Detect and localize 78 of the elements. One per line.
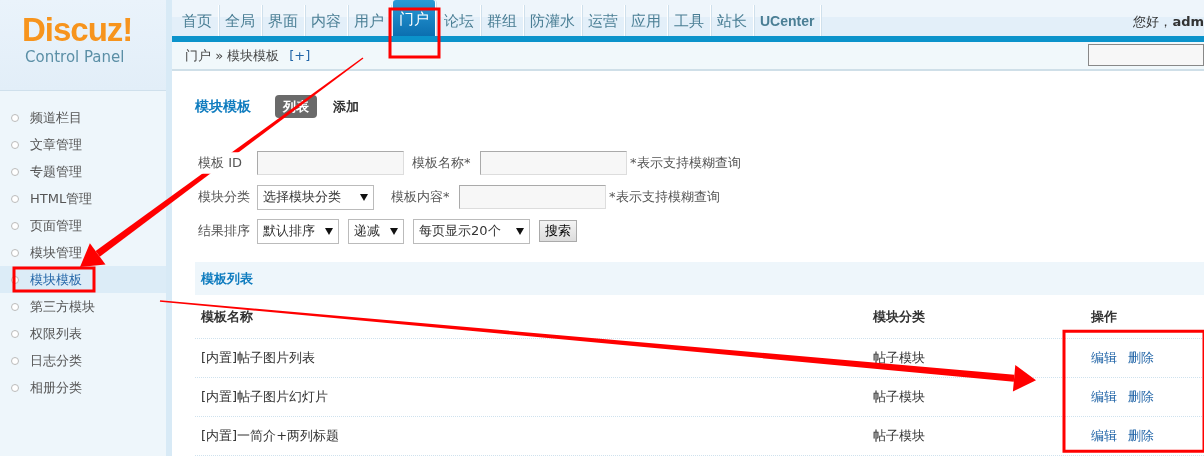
- nav-tab[interactable]: 论坛: [438, 5, 481, 36]
- input-field[interactable]: [257, 151, 404, 175]
- dropdown[interactable]: 默认排序: [257, 218, 339, 244]
- column-header: 操作: [1091, 307, 1117, 326]
- caret-icon: [325, 227, 333, 235]
- table-cell-text: 帖子模块: [873, 388, 926, 407]
- nav-tab[interactable]: 首页: [176, 5, 219, 36]
- highlight-frame: [388, 7, 441, 59]
- column-header: 模块分类: [873, 307, 926, 326]
- logo-subtitle: Control Panel: [24, 48, 126, 66]
- bullet-icon: [11, 194, 19, 203]
- page-title: 模块模板: [195, 96, 251, 116]
- table-cell-text: 帖子模块: [873, 427, 926, 446]
- bullet-icon: [11, 383, 19, 392]
- sidebar-item[interactable]: 权限列表: [0, 320, 166, 347]
- caret-icon: [360, 193, 368, 201]
- nav-tab[interactable]: 内容: [305, 5, 348, 36]
- sidebar-item[interactable]: 相册分类: [0, 374, 166, 401]
- add-link[interactable]: [+]: [289, 45, 311, 65]
- bullet-icon: [11, 302, 19, 311]
- nav-tab[interactable]: 用户: [348, 5, 391, 36]
- nav-tab[interactable]: 防灌水: [524, 5, 582, 36]
- nav-tab[interactable]: 应用: [625, 5, 668, 36]
- field-label: 模块分类: [198, 188, 249, 207]
- table-cell-text: [内置]一简介+两列标题: [201, 427, 341, 446]
- delete-link[interactable]: 删除: [1128, 428, 1154, 444]
- nav-tab[interactable]: 群组: [481, 5, 524, 36]
- sidebar-item[interactable]: 文章管理: [0, 131, 166, 158]
- edit-link[interactable]: 编辑: [1091, 428, 1117, 444]
- nav-tab[interactable]: UCenter: [754, 5, 822, 36]
- input-field[interactable]: [480, 151, 627, 175]
- bullet-icon: [11, 167, 19, 176]
- hint-text: *表示支持模糊查询: [609, 188, 720, 207]
- sidebar-item[interactable]: 专题管理: [0, 158, 166, 185]
- nav-tab[interactable]: 全局: [219, 5, 262, 36]
- bullet-icon: [11, 356, 19, 365]
- table-cell-text: 帖子模块: [873, 349, 926, 368]
- field-label: 模板 ID: [198, 154, 243, 173]
- nav-tab[interactable]: 运营: [582, 5, 625, 36]
- dropdown[interactable]: 每页显示20个: [413, 218, 530, 244]
- sidebar-item[interactable]: 第三方模块: [0, 293, 166, 320]
- dropdown[interactable]: 递减: [348, 218, 404, 244]
- search-field[interactable]: [1088, 44, 1204, 67]
- bullet-icon: [11, 329, 19, 338]
- edit-link[interactable]: 编辑: [1091, 389, 1117, 405]
- field-label: 模板内容*: [391, 188, 451, 207]
- breadcrumb-text: 门户 » 模块模板: [185, 46, 280, 65]
- nav-tab[interactable]: 工具: [668, 5, 711, 36]
- table-cell-text: [内置]帖子图片幻灯片: [201, 388, 330, 407]
- bullet-icon: [11, 248, 19, 257]
- nav-tab[interactable]: 界面: [262, 5, 305, 36]
- delete-link[interactable]: 删除: [1128, 350, 1154, 366]
- delete-link[interactable]: 删除: [1128, 389, 1154, 405]
- bullet-icon: [11, 140, 19, 149]
- sidebar-item[interactable]: HTML管理: [0, 185, 166, 212]
- caret-icon: [390, 227, 398, 235]
- caret-icon: [516, 227, 524, 235]
- sidebar-item[interactable]: 页面管理: [0, 212, 166, 239]
- column-header: 模板名称: [201, 307, 254, 326]
- sidebar-item[interactable]: 模块管理: [0, 239, 166, 266]
- field-label: 模板名称*: [412, 154, 472, 173]
- greeting-text: 您好，adm: [1133, 13, 1204, 31]
- bullet-icon: [11, 221, 19, 230]
- table-cell-text: [内置]帖子图片列表: [201, 349, 317, 368]
- section-title: 模板列表: [195, 262, 1204, 295]
- hint-text: *表示支持模糊查询: [630, 154, 741, 173]
- search-button[interactable]: 搜索: [539, 220, 577, 242]
- bullet-icon: [11, 275, 19, 284]
- logo-text: Discuz!: [22, 12, 134, 48]
- input-field[interactable]: [459, 185, 606, 209]
- nav-tab[interactable]: 站长: [711, 5, 754, 36]
- edit-link[interactable]: 编辑: [1091, 350, 1117, 366]
- dropdown[interactable]: 选择模块分类: [257, 184, 374, 210]
- bullet-icon: [11, 113, 19, 122]
- sidebar-item[interactable]: 频道栏目: [0, 104, 166, 131]
- field-label: 结果排序: [198, 222, 249, 241]
- sidebar-item[interactable]: 日志分类: [0, 347, 166, 374]
- page-tab[interactable]: 添加: [325, 94, 367, 118]
